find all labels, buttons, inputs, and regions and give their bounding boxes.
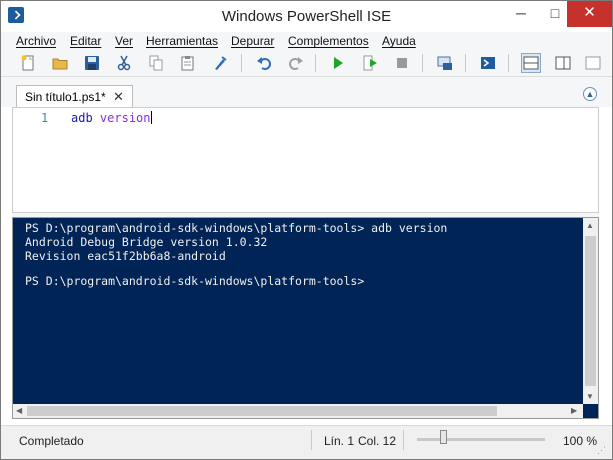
layout-top-icon[interactable] <box>521 53 541 73</box>
scroll-left-icon[interactable]: ◀ <box>16 406 22 415</box>
text-caret <box>150 111 152 124</box>
status-bar: Completado Lín. 1 Col. 12 100 % ⋰ <box>1 425 612 459</box>
menu-archivo[interactable]: Archivo <box>16 34 56 48</box>
zoom-slider-thumb[interactable] <box>440 430 447 444</box>
menu-editar[interactable]: Editar <box>70 34 101 48</box>
layout-right-icon[interactable] <box>553 53 573 73</box>
tab-label: Sin título1.ps1* <box>25 90 106 104</box>
resize-grip-icon[interactable]: ⋰ <box>597 445 606 456</box>
status-text: Completado <box>19 434 84 448</box>
cursor-line: Lín. 1 <box>324 434 355 448</box>
scroll-up-icon[interactable]: ▲ <box>586 221 594 230</box>
script-editor[interactable]: 1 adb version <box>12 107 599 213</box>
status-separator <box>403 430 404 450</box>
clear-icon[interactable] <box>210 53 230 73</box>
menu-ayuda[interactable]: Ayuda <box>382 34 416 48</box>
powershell-icon[interactable] <box>478 53 498 73</box>
console-line: PS D:\program\android-sdk-windows\platfo… <box>25 221 448 235</box>
menu-ver[interactable]: Ver <box>115 34 133 48</box>
menu-herramientas[interactable]: Herramientas <box>146 34 218 48</box>
menu-depurar[interactable]: Depurar <box>231 34 274 48</box>
console-pane[interactable]: PS D:\program\android-sdk-windows\platfo… <box>12 217 599 419</box>
new-script-icon[interactable] <box>18 53 38 73</box>
menu-bar: Archivo Editar Ver Herramientas Depurar … <box>1 32 612 50</box>
toolbar-separator <box>315 54 316 72</box>
status-separator <box>311 430 312 450</box>
code-command: adb <box>71 111 93 125</box>
vertical-scroll-thumb[interactable] <box>585 236 596 386</box>
toolbar-separator <box>465 54 466 72</box>
stop-icon[interactable] <box>392 53 412 73</box>
console-vertical-scrollbar[interactable]: ▲ ▼ <box>583 218 598 404</box>
open-icon[interactable] <box>50 53 70 73</box>
run-icon[interactable] <box>328 53 348 73</box>
code-argument: version <box>99 111 151 125</box>
zoom-slider-track[interactable] <box>417 438 545 441</box>
save-icon[interactable] <box>82 53 102 73</box>
line-number: 1 <box>41 111 49 125</box>
close-button[interactable]: ✕ <box>567 1 612 27</box>
console-horizontal-scrollbar[interactable]: ◀ ▶ <box>13 404 583 418</box>
toolbar-separator <box>422 54 423 72</box>
horizontal-scroll-thumb[interactable] <box>27 406 497 416</box>
zoom-level: 100 % <box>563 434 598 448</box>
console-line: Revision eac51f2bb6a8-android <box>25 249 226 263</box>
paste-icon[interactable] <box>178 53 198 73</box>
powershell-ise-window: Windows PowerShell ISE ─ □ ✕ Archivo Edi… <box>0 0 613 460</box>
console-line: Android Debug Bridge version 1.0.32 <box>25 235 268 249</box>
tab-close-icon[interactable]: ✕ <box>113 89 124 105</box>
tab-sin-titulo1[interactable]: Sin título1.ps1* ✕ <box>16 85 133 107</box>
code-line[interactable]: adb version <box>71 111 152 125</box>
scroll-down-icon[interactable]: ▼ <box>586 392 594 401</box>
scroll-right-icon[interactable]: ▶ <box>571 406 577 415</box>
copy-icon[interactable] <box>146 53 166 73</box>
minimize-button[interactable]: ─ <box>504 1 538 27</box>
more-layout-icon[interactable] <box>583 53 603 73</box>
toolbar-separator <box>241 54 242 72</box>
collapse-script-pane-icon[interactable]: ▲ <box>583 87 597 101</box>
script-tab-strip: Sin título1.ps1* ✕ <box>1 77 612 107</box>
title-bar[interactable]: Windows PowerShell ISE ─ □ ✕ <box>1 1 612 31</box>
toolbar <box>1 50 612 77</box>
console-prompt: PS D:\program\android-sdk-windows\platfo… <box>25 274 365 288</box>
toolbar-separator <box>508 54 509 72</box>
cut-icon[interactable] <box>114 53 134 73</box>
remote-icon[interactable] <box>435 53 455 73</box>
run-selection-icon[interactable] <box>360 53 380 73</box>
menu-complementos[interactable]: Complementos <box>288 34 369 48</box>
redo-icon[interactable] <box>286 53 306 73</box>
cursor-column: Col. 12 <box>358 434 397 448</box>
undo-icon[interactable] <box>254 53 274 73</box>
